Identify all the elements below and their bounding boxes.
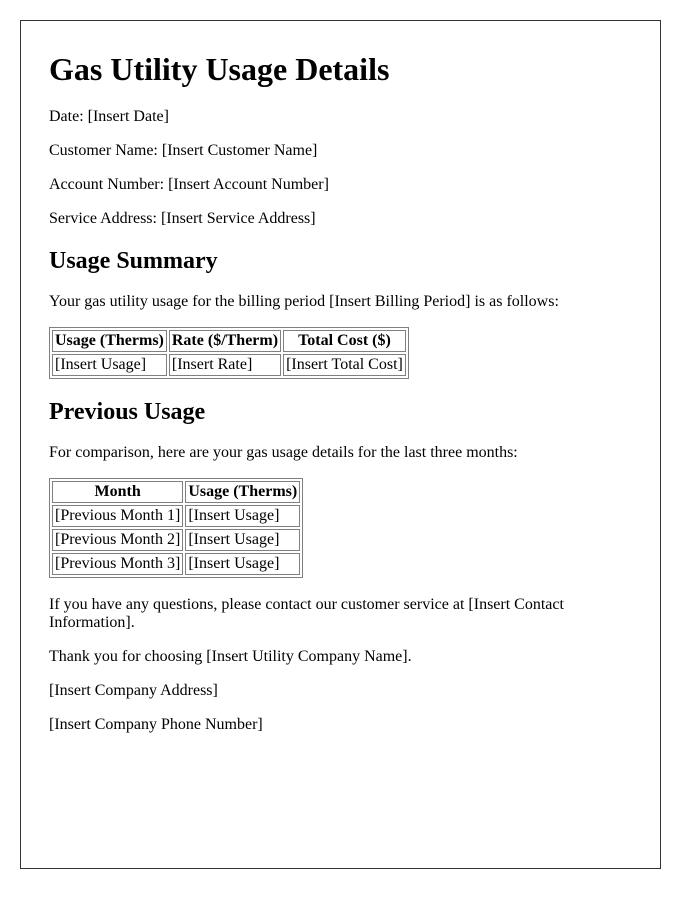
cell-month: [Previous Month 2]	[52, 529, 184, 551]
contact-paragraph: If you have any questions, please contac…	[49, 596, 564, 631]
table-row: [Previous Month 1] [Insert Usage]	[52, 505, 301, 527]
cell-rate: [Insert Rate]	[168, 354, 282, 376]
company-phone: [Insert Company Phone Number]	[49, 716, 263, 733]
service-address-field: Service Address: [Insert Service Address…	[49, 210, 316, 227]
cell-usage: [Insert Usage]	[185, 505, 301, 527]
cell-total-cost: [Insert Total Cost]	[283, 354, 406, 376]
cell-month: [Previous Month 3]	[52, 553, 184, 575]
table-header-row: Usage (Therms) Rate ($/Therm) Total Cost…	[52, 330, 406, 352]
previous-usage-intro: For comparison, here are your gas usage …	[49, 444, 518, 461]
table-row: [Insert Usage] [Insert Rate] [Insert Tot…	[52, 354, 406, 376]
table-row: [Previous Month 2] [Insert Usage]	[52, 529, 301, 551]
letter-container: Gas Utility Usage Details Date: [Insert …	[20, 20, 661, 869]
previous-usage-heading: Previous Usage	[49, 399, 206, 425]
cell-month: [Previous Month 1]	[52, 505, 184, 527]
cell-usage: [Insert Usage]	[52, 354, 167, 376]
previous-usage-table: Month Usage (Therms) [Previous Month 1] …	[49, 478, 304, 578]
usage-summary-table: Usage (Therms) Rate ($/Therm) Total Cost…	[49, 327, 409, 379]
page-title: Gas Utility Usage Details	[49, 51, 390, 87]
column-header-month: Month	[52, 481, 184, 503]
column-header-total-cost: Total Cost ($)	[283, 330, 406, 352]
usage-summary-heading: Usage Summary	[49, 248, 218, 274]
date-field: Date: [Insert Date]	[49, 108, 169, 125]
company-address: [Insert Company Address]	[49, 682, 218, 699]
account-number-field: Account Number: [Insert Account Number]	[49, 176, 329, 193]
table-row: [Previous Month 3] [Insert Usage]	[52, 553, 301, 575]
column-header-usage: Usage (Therms)	[52, 330, 167, 352]
thank-you-paragraph: Thank you for choosing [Insert Utility C…	[49, 648, 412, 665]
cell-usage: [Insert Usage]	[185, 553, 301, 575]
table-header-row: Month Usage (Therms)	[52, 481, 301, 503]
column-header-rate: Rate ($/Therm)	[168, 330, 282, 352]
customer-name-field: Customer Name: [Insert Customer Name]	[49, 142, 318, 159]
usage-summary-intro: Your gas utility usage for the billing p…	[49, 293, 559, 310]
column-header-usage: Usage (Therms)	[185, 481, 301, 503]
cell-usage: [Insert Usage]	[185, 529, 301, 551]
